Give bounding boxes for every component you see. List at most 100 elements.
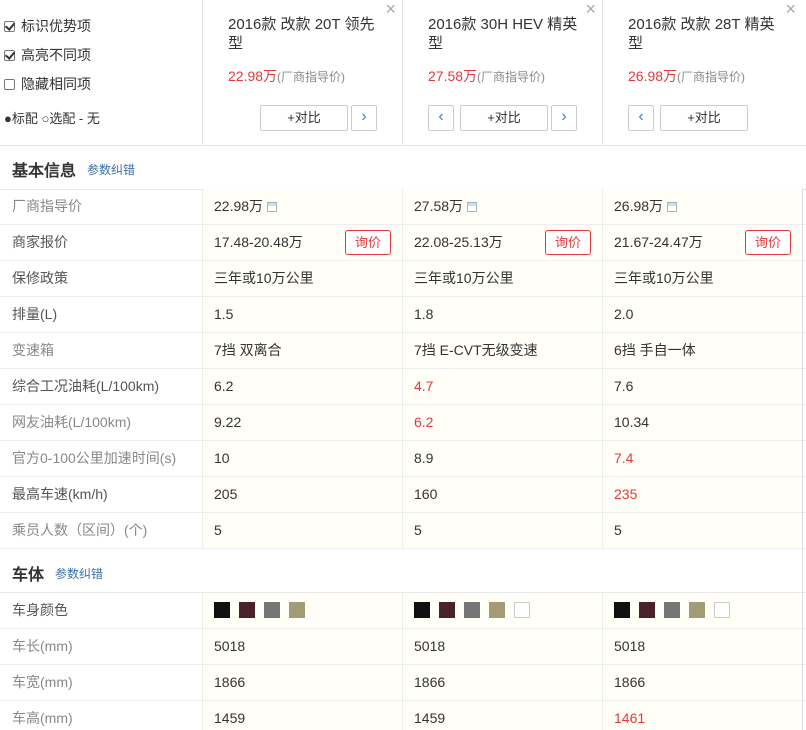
option-label: 标识优势项 (21, 18, 91, 34)
row-label: 车高(mm) (12, 710, 73, 726)
row-label: 官方0-100公里加速时间(s) (12, 450, 177, 466)
row-value: 160 (402, 477, 602, 512)
row-value: 三年或10万公里 (602, 261, 802, 296)
row-label: 厂商指导价 (12, 198, 82, 214)
add-compare-button[interactable]: +对比 (660, 105, 748, 131)
chevron-left-icon[interactable]: ‹ (428, 105, 454, 131)
row-label: 综合工况油耗(L/100km) (12, 378, 160, 394)
row-value: 1866 (402, 665, 602, 700)
row-value: 5 (602, 513, 802, 548)
section-basic-info: 基本信息 参数纠错 (0, 146, 806, 190)
color-swatch-gray[interactable] (464, 602, 480, 618)
car-column-3: × 2016款 改款 28T 精英型 26.98万(厂商指导价) ‹ +对比 (602, 0, 802, 146)
color-swatch-black[interactable] (214, 602, 230, 618)
row-label: 排量(L) (12, 306, 58, 322)
row-value: 7.6 (602, 369, 802, 404)
color-swatch-white[interactable] (514, 602, 530, 618)
report-error-link[interactable]: 参数纠错 (55, 565, 103, 582)
spec-row-msrp: 厂商指导价 22.98万 27.58万 26.98万 (0, 189, 806, 225)
row-label: 车宽(mm) (12, 674, 73, 690)
row-value: 205 (202, 477, 402, 512)
compare-header: 标识优势项 高亮不同项 隐藏相同项 ●标配 ○选配 - 无 × 2016款 改款… (0, 0, 806, 146)
row-value: 5018 (602, 629, 802, 664)
color-swatch-black[interactable] (414, 602, 430, 618)
row-value: 5018 (402, 629, 602, 664)
row-value: 7挡 双离合 (202, 333, 402, 368)
row-value: 7挡 E-CVT无级变速 (402, 333, 602, 368)
option-label: 高亮不同项 (21, 47, 91, 63)
row-value: 17.48-20.48万 询价 (202, 225, 402, 260)
color-swatch-maroon[interactable] (239, 602, 255, 618)
color-swatch-maroon[interactable] (639, 602, 655, 618)
spec-row-seats: 乘员人数（区间）(个) 5 5 5 (0, 513, 806, 549)
row-value: 8.9 (402, 441, 602, 476)
row-label: 商家报价 (12, 234, 68, 250)
row-label: 车身颜色 (12, 602, 68, 618)
row-value-best: 1461 (602, 701, 802, 730)
checkbox-checked-icon[interactable] (4, 20, 15, 32)
calculator-icon[interactable] (267, 202, 278, 212)
inquire-price-button[interactable]: 询价 (345, 230, 391, 255)
row-label: 最高车速(km/h) (12, 486, 108, 502)
close-icon[interactable]: × (585, 0, 596, 18)
color-swatches (202, 593, 402, 628)
row-value: 26.98万 (602, 189, 802, 224)
row-value: 21.67-24.47万 询价 (602, 225, 802, 260)
row-value: 27.58万 (402, 189, 602, 224)
spec-row-displacement: 排量(L) 1.5 1.8 2.0 (0, 297, 806, 333)
row-label: 乘员人数（区间）(个) (12, 522, 148, 538)
spec-row-top-speed: 最高车速(km/h) 205 160 235 (0, 477, 806, 513)
close-icon[interactable]: × (785, 0, 796, 18)
inquire-price-button[interactable]: 询价 (745, 230, 791, 255)
color-swatch-gray[interactable] (664, 602, 680, 618)
chevron-right-icon[interactable]: › (351, 105, 377, 131)
color-swatch-khaki[interactable] (289, 602, 305, 618)
car-name[interactable]: 2016款 30H HEV 精英型 (428, 15, 578, 53)
color-swatch-gray[interactable] (264, 602, 280, 618)
spec-row-width: 车宽(mm) 1866 1866 1866 (0, 665, 806, 701)
inquire-price-button[interactable]: 询价 (545, 230, 591, 255)
display-options: 标识优势项 高亮不同项 隐藏相同项 ●标配 ○选配 - 无 (0, 0, 202, 146)
car-name[interactable]: 2016款 改款 28T 精英型 (628, 15, 778, 53)
report-error-link[interactable]: 参数纠错 (87, 161, 135, 178)
section-title: 车体 (12, 567, 45, 584)
color-swatch-white[interactable] (714, 602, 730, 618)
close-icon[interactable]: × (385, 0, 396, 18)
row-value: 2.0 (602, 297, 802, 332)
car-column-2: × 2016款 30H HEV 精英型 27.58万(厂商指导价) ‹ +对比 … (402, 0, 602, 146)
add-compare-button[interactable]: +对比 (460, 105, 548, 131)
color-swatches (402, 593, 602, 628)
checkbox-checked-icon[interactable] (4, 49, 15, 61)
chevron-left-icon[interactable]: ‹ (628, 105, 654, 131)
color-swatch-maroon[interactable] (439, 602, 455, 618)
option-hide-same[interactable]: 隐藏相同项 (4, 74, 91, 94)
row-label: 网友油耗(L/100km) (12, 414, 132, 430)
checkbox-unchecked-icon[interactable] (4, 78, 15, 90)
car-name[interactable]: 2016款 改款 20T 领先型 (228, 15, 378, 53)
row-value: 1459 (202, 701, 402, 730)
spec-row-fuel-combined: 综合工况油耗(L/100km) 6.2 4.7 7.6 (0, 369, 806, 405)
spec-row-height: 车高(mm) 1459 1459 1461 (0, 701, 806, 730)
add-compare-button[interactable]: +对比 (260, 105, 348, 131)
spec-legend: ●标配 ○选配 - 无 (4, 111, 100, 126)
spec-row-length: 车长(mm) 5018 5018 5018 (0, 629, 806, 665)
row-label: 保修政策 (12, 270, 68, 286)
car-column-1: × 2016款 改款 20T 领先型 22.98万(厂商指导价) +对比 › (202, 0, 402, 146)
row-value: 三年或10万公里 (202, 261, 402, 296)
spec-row-transmission: 变速箱 7挡 双离合 7挡 E-CVT无级变速 6挡 手自一体 (0, 333, 806, 369)
section-body: 车体 参数纠错 (0, 549, 806, 593)
option-highlight-diff[interactable]: 高亮不同项 (4, 45, 91, 65)
row-value: 1.5 (202, 297, 402, 332)
color-swatch-khaki[interactable] (489, 602, 505, 618)
option-highlight-advantage[interactable]: 标识优势项 (4, 16, 91, 36)
row-value: 5 (202, 513, 402, 548)
color-swatch-black[interactable] (614, 602, 630, 618)
calculator-icon[interactable] (467, 202, 478, 212)
color-swatch-khaki[interactable] (689, 602, 705, 618)
car-price: 27.58万(厂商指导价) (428, 68, 546, 84)
row-value-best: 6.2 (402, 405, 602, 440)
row-value: 22.98万 (202, 189, 402, 224)
row-value: 6挡 手自一体 (602, 333, 802, 368)
chevron-right-icon[interactable]: › (551, 105, 577, 131)
calculator-icon[interactable] (667, 202, 678, 212)
